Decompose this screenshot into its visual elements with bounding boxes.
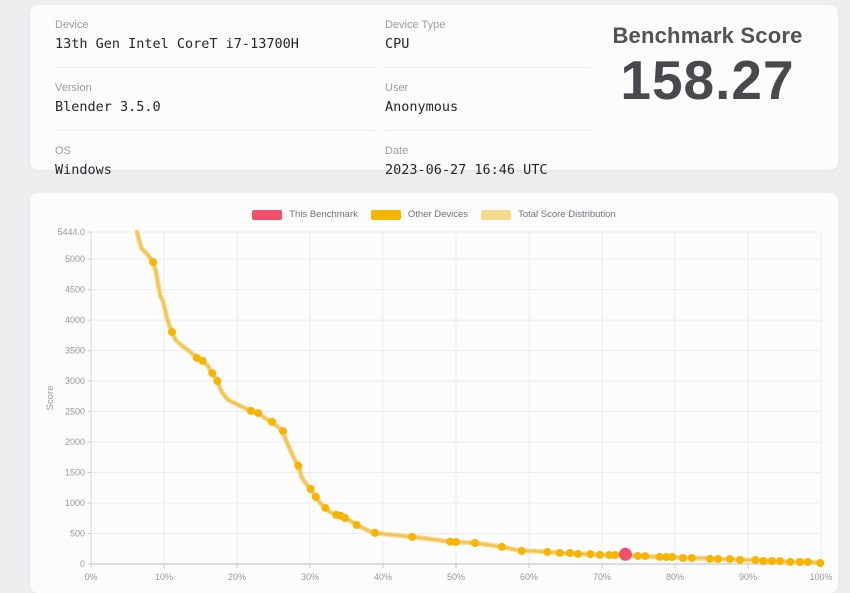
version-value: Blender 3.5.0	[55, 99, 161, 115]
other-device-dot[interactable]	[641, 552, 650, 561]
other-device-dot[interactable]	[352, 521, 361, 529]
other-device-dot[interactable]	[149, 258, 158, 267]
x-tick-label: 100%	[809, 572, 832, 582]
x-tick-label: 0%	[84, 572, 97, 582]
other-device-dot[interactable]	[633, 552, 642, 560]
other-device-dot[interactable]	[668, 553, 677, 561]
other-device-dot[interactable]	[586, 550, 595, 559]
os-value: Windows	[55, 162, 112, 178]
other-device-dot[interactable]	[168, 328, 176, 336]
other-device-dot[interactable]	[268, 417, 276, 426]
device-label: Device	[55, 19, 89, 31]
other-device-dot[interactable]	[208, 369, 217, 378]
info-column-middle: Device Type CPU User Anonymous Date 2023…	[385, 5, 590, 193]
other-device-dot[interactable]	[751, 556, 760, 564]
other-device-dot[interactable]	[786, 557, 795, 566]
other-device-dot[interactable]	[321, 503, 330, 512]
other-device-dot[interactable]	[279, 427, 287, 436]
y-tick-label: 0	[80, 559, 85, 569]
other-device-dot[interactable]	[555, 548, 564, 557]
x-tick-label: 40%	[374, 572, 392, 582]
other-device-dot[interactable]	[254, 409, 263, 418]
other-device-dot[interactable]	[198, 356, 207, 365]
os-label: OS	[55, 145, 71, 157]
user-field: User Anonymous	[385, 68, 590, 131]
other-device-dot[interactable]	[294, 461, 303, 470]
device-type-value: CPU	[385, 36, 410, 52]
version-field: Version Blender 3.5.0	[55, 68, 375, 131]
other-device-dot[interactable]	[306, 485, 315, 493]
benchmark-score-block: Benchmark Score 158.27	[595, 23, 820, 109]
other-device-dot[interactable]	[565, 549, 574, 557]
other-device-dot[interactable]	[408, 532, 417, 541]
version-label: Version	[55, 82, 92, 94]
x-tick-label: 20%	[228, 572, 246, 582]
user-value: Anonymous	[385, 99, 459, 115]
y-tick-label: 500	[70, 529, 85, 539]
benchmark-score-value: 158.27	[620, 49, 795, 111]
other-device-dot[interactable]	[795, 558, 804, 566]
other-device-dot[interactable]	[759, 557, 768, 565]
other-device-dot[interactable]	[687, 554, 696, 562]
y-tick-label: 3500	[65, 346, 85, 356]
other-device-dot[interactable]	[517, 546, 526, 555]
other-device-dot[interactable]	[311, 492, 320, 501]
date-value: 2023-06-27 16:46 UTC	[385, 162, 548, 178]
x-tick-label: 70%	[593, 572, 611, 582]
other-device-dot[interactable]	[471, 539, 479, 547]
other-device-dot[interactable]	[543, 547, 552, 556]
y-tick-label: 1500	[65, 468, 85, 478]
benchmark-score-heading: Benchmark Score	[612, 23, 803, 48]
user-label: User	[385, 82, 409, 94]
y-tick-label: 5444.0	[57, 227, 85, 237]
other-device-dot[interactable]	[725, 555, 734, 564]
os-field: OS Windows	[55, 131, 375, 193]
y-tick-label: 2500	[65, 407, 85, 417]
other-device-dot[interactable]	[498, 542, 506, 551]
other-device-dot[interactable]	[736, 555, 744, 564]
y-axis-title: Score	[45, 386, 56, 411]
other-device-dot[interactable]	[776, 557, 785, 566]
score-distribution-chart[interactable]: 5444.05000450040003500300025002000150010…	[30, 193, 838, 593]
this-benchmark-dot[interactable]	[618, 547, 632, 561]
device-value: 13th Gen Intel CoreT i7-13700H	[55, 36, 299, 52]
x-tick-label: 50%	[447, 572, 465, 582]
x-tick-label: 60%	[520, 572, 538, 582]
y-tick-label: 5000	[65, 254, 85, 264]
x-tick-label: 80%	[666, 572, 684, 582]
other-device-dot[interactable]	[452, 538, 460, 546]
benchmark-info-card: Device 13th Gen Intel CoreT i7-13700H Ve…	[30, 5, 838, 178]
other-device-dot[interactable]	[341, 514, 349, 522]
score-distribution-card: This Benchmark Other Devices Total Score D…	[30, 193, 838, 593]
other-device-dot[interactable]	[371, 528, 379, 537]
x-tick-label: 30%	[301, 572, 319, 582]
other-device-dot[interactable]	[714, 555, 723, 563]
info-column-left: Device 13th Gen Intel CoreT i7-13700H Ve…	[55, 5, 375, 193]
device-type-field: Device Type CPU	[385, 5, 590, 68]
other-device-dot[interactable]	[768, 557, 777, 565]
other-device-dot[interactable]	[706, 554, 714, 563]
x-tick-label: 90%	[739, 572, 757, 582]
y-tick-label: 4500	[65, 285, 85, 295]
other-device-dot[interactable]	[573, 549, 582, 558]
date-field: Date 2023-06-27 16:46 UTC	[385, 131, 590, 193]
device-type-label: Device Type	[385, 19, 446, 31]
y-tick-label: 1000	[65, 498, 85, 508]
y-tick-label: 4000	[65, 315, 85, 325]
distribution-line-halo	[134, 229, 823, 566]
date-label: Date	[385, 145, 409, 157]
other-device-dot[interactable]	[679, 554, 687, 562]
device-field: Device 13th Gen Intel CoreT i7-13700H	[55, 5, 375, 68]
other-device-dot[interactable]	[803, 558, 812, 566]
x-tick-label: 10%	[155, 572, 173, 582]
other-device-dot[interactable]	[213, 377, 222, 385]
y-tick-label: 3000	[65, 376, 85, 386]
y-tick-label: 2000	[65, 437, 85, 447]
other-device-dot[interactable]	[595, 550, 604, 559]
other-device-dot[interactable]	[816, 559, 825, 567]
other-device-dot[interactable]	[246, 406, 255, 415]
distribution-line[interactable]	[135, 230, 822, 565]
other-device-dot[interactable]	[611, 551, 620, 559]
